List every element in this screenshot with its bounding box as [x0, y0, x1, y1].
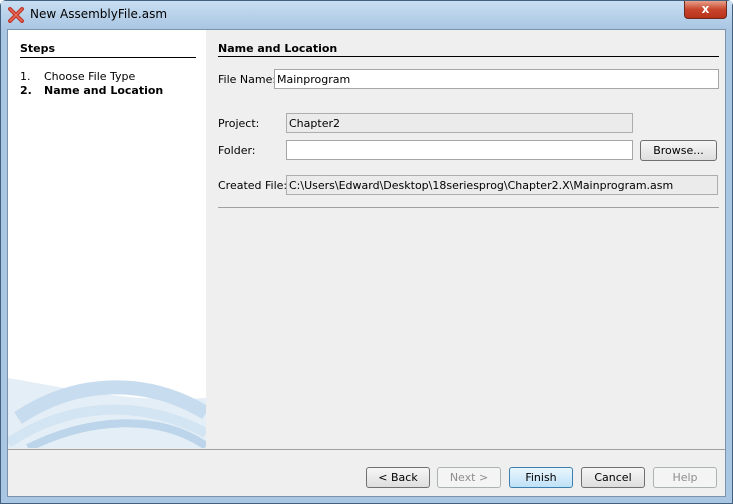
steps-title: Steps [20, 42, 56, 55]
next-button[interactable]: Next > [437, 467, 501, 488]
step-number: 1. [20, 70, 31, 83]
steps-divider [20, 57, 196, 58]
step-label: Name and Location [44, 84, 164, 97]
decorative-waves-graphic [8, 378, 206, 448]
back-button[interactable]: < Back [366, 467, 430, 488]
project-label: Project: [218, 117, 260, 130]
close-button[interactable]: x [684, 1, 727, 19]
steps-panel: Steps 1. Choose File Type 2. Name and Loca… [8, 30, 206, 448]
button-bar-divider [8, 449, 725, 450]
finish-button[interactable]: Finish [509, 467, 573, 488]
step-name-and-location: 2. Name and Location [20, 84, 163, 97]
step-choose-file-type: 1. Choose File Type [20, 70, 135, 83]
title-bar[interactable]: New AssemblyFile.asm x [1, 1, 732, 29]
dialog-content: Steps 1. Choose File Type 2. Name and Loca… [7, 29, 726, 497]
folder-label: Folder: [218, 144, 256, 157]
close-icon: x [701, 2, 710, 16]
cancel-button[interactable]: Cancel [581, 467, 645, 488]
created-file-field: C:\Users\Edward\Desktop\18seriesprog\Cha… [286, 175, 718, 195]
dialog-window: New AssemblyFile.asm x Steps 1. Choose Fi… [0, 0, 733, 504]
step-number: 2. [20, 84, 32, 97]
app-icon [8, 7, 24, 23]
created-file-label: Created File: [218, 179, 288, 192]
project-field: Chapter2 [286, 113, 633, 133]
file-name-input[interactable]: Mainprogram [274, 69, 719, 89]
section-title: Name and Location [218, 42, 338, 55]
window-title: New AssemblyFile.asm [30, 7, 168, 21]
file-name-label: File Name: [218, 73, 277, 86]
help-button[interactable]: Help [653, 467, 717, 488]
folder-input[interactable] [286, 140, 633, 160]
browse-button[interactable]: Browse... [640, 140, 717, 161]
section-divider [218, 56, 719, 57]
section-separator [218, 207, 719, 208]
step-label: Choose File Type [44, 70, 136, 83]
